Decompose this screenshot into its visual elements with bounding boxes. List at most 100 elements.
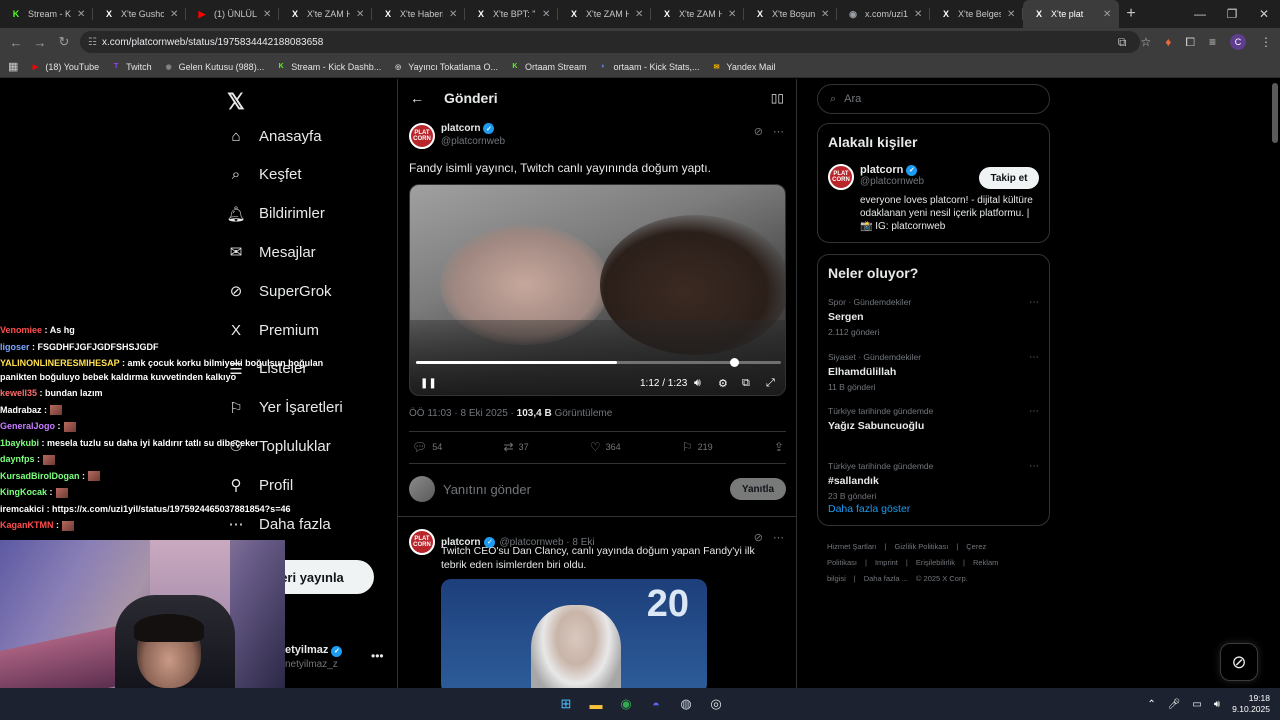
nav-item-bell[interactable]: 🔔︎ Bildirimler xyxy=(226,205,324,223)
chat-username[interactable]: GeneralJogo xyxy=(0,421,55,431)
footer-link[interactable]: © 2025 X Corp. xyxy=(916,574,968,583)
tweet-author[interactable]: PLAT CORN platcorn ✓ @platcornweb xyxy=(409,123,505,149)
chat-username[interactable]: YALINONLINERESMIHESAP xyxy=(0,358,120,368)
bookmark-item[interactable]: ▶ (18) YouTube xyxy=(30,62,99,72)
bookmark-star-icon[interactable]: ☆ xyxy=(1140,35,1151,49)
browser-tab[interactable]: ▶ (1) ÜNLÜLER ✕ xyxy=(186,0,279,28)
nav-item-more[interactable]: ⋯ Daha fazla xyxy=(227,515,331,534)
bookmark-item[interactable]: K Stream - Kick Dashb... xyxy=(276,62,382,72)
maximize-icon[interactable]: ❐ xyxy=(1216,0,1248,28)
display-icon[interactable]: ▭ xyxy=(1192,699,1201,710)
x-logo-icon[interactable]: 𝕏 xyxy=(227,89,245,115)
minimize-icon[interactable]: — xyxy=(1184,0,1216,28)
chat-username[interactable]: Madrabaz xyxy=(0,405,42,415)
chat-username[interactable]: ligoser xyxy=(0,342,30,352)
grok-icon[interactable]: ⊘ xyxy=(754,125,763,138)
trend-item[interactable]: Türkiye tarihinde gündemde Yağız Sabuncuo… xyxy=(828,406,1041,432)
trend-item[interactable]: Türkiye tarihinde gündemde #sallandık 23 B… xyxy=(828,461,1041,501)
forward-arrow-icon[interactable]: → xyxy=(28,35,52,50)
close-tab-icon[interactable]: ✕ xyxy=(170,9,180,20)
browser-tab[interactable]: X X'te ZAM Ha ✕ xyxy=(651,0,744,28)
more-icon[interactable]: ⋯ xyxy=(1029,461,1039,472)
avatar[interactable]: PLAT CORN xyxy=(409,123,435,149)
chat-username[interactable]: 1baykubi xyxy=(0,438,39,448)
reader-mode-icon[interactable]: ▯▯ xyxy=(771,91,784,105)
grok-icon[interactable]: ⊘ xyxy=(754,531,763,544)
steam-icon[interactable]: ◍ xyxy=(676,694,696,714)
show-more-link[interactable]: Daha fazla göster xyxy=(828,503,910,515)
close-tab-icon[interactable]: ✕ xyxy=(356,9,366,20)
bookmark-button[interactable]: ⚐ 219 xyxy=(682,440,713,454)
footer-link[interactable]: Gizlilik Politikası xyxy=(895,542,949,551)
author-name[interactable]: platcorn ✓ xyxy=(441,123,505,134)
related-person[interactable]: PLAT CORN platcorn ✓ @platcornweb xyxy=(828,164,924,190)
more-icon[interactable]: ⋯ xyxy=(1029,352,1039,363)
back-arrow-icon[interactable]: ← xyxy=(410,90,424,106)
trend-item[interactable]: Siyaset · Gündemdekiler Elhamdülillah 11 B… xyxy=(828,352,1041,392)
nav-item-profile[interactable]: ⚲ Profil xyxy=(227,476,294,495)
windows-start-icon[interactable]: ⊞ xyxy=(556,694,576,714)
chat-username[interactable]: KursadBirolDogan xyxy=(0,471,80,481)
install-app-icon[interactable]: ⧉ xyxy=(1118,35,1127,50)
related-handle[interactable]: @platcornweb xyxy=(860,176,924,187)
reload-icon[interactable]: ↻ xyxy=(52,34,76,50)
close-tab-icon[interactable]: ✕ xyxy=(1103,9,1113,20)
reply-submit-button[interactable]: Yanıtla xyxy=(730,478,786,500)
extension-icon[interactable]: ♦ xyxy=(1165,35,1171,49)
obs-icon[interactable]: ◎ xyxy=(706,694,726,714)
file-explorer-icon[interactable]: ▬ xyxy=(586,694,606,714)
browser-tab[interactable]: X X'te Belgese ✕ xyxy=(930,0,1023,28)
avatar[interactable]: PLAT CORN xyxy=(828,164,854,190)
close-tab-icon[interactable]: ✕ xyxy=(542,9,552,20)
nav-item-home[interactable]: ⌂ Anasayfa xyxy=(227,127,321,145)
page-scrollbar[interactable] xyxy=(1272,83,1278,143)
browser-tab[interactable]: X X'te BPT: "Bi ✕ xyxy=(465,0,558,28)
browser-tab[interactable]: X X'te ZAM Ha ✕ xyxy=(279,0,372,28)
more-icon[interactable]: ⋯ xyxy=(773,125,784,138)
more-icon[interactable]: ⋯ xyxy=(773,531,784,544)
follow-button[interactable]: Takip et xyxy=(979,167,1039,189)
video-scrubber-handle[interactable] xyxy=(729,358,739,367)
address-bar[interactable]: ☷ x.com/platcornweb/status/1975834442188… xyxy=(80,31,1140,53)
browser-tab[interactable]: X X'te ZAM Ha ✕ xyxy=(558,0,651,28)
nav-item-bookmark[interactable]: ⚐ Yer İşaretleri xyxy=(227,399,342,417)
video-player[interactable]: ❚❚ 1:12 / 1:23 🔊︎ ⚙ ⧉ ⤢ xyxy=(409,184,786,396)
speaker-icon[interactable]: 🔊︎ xyxy=(1214,699,1220,710)
apps-grid-icon[interactable]: ▦ xyxy=(8,60,18,73)
bookmark-item[interactable]: ◐ ortaam - Kick Stats,... xyxy=(598,62,699,72)
share-button[interactable]: ⇪ xyxy=(774,440,784,454)
close-tab-icon[interactable]: ✕ xyxy=(914,9,924,20)
reply-tweet-media[interactable]: 20 xyxy=(441,579,707,688)
reply-button[interactable]: 💬︎ 54 xyxy=(412,440,442,454)
close-tab-icon[interactable]: ✕ xyxy=(449,9,459,20)
nav-item-x[interactable]: X Premium xyxy=(227,321,319,339)
reply-input[interactable]: Yanıtını gönder xyxy=(443,482,722,497)
account-more-icon[interactable]: ••• xyxy=(371,649,384,663)
avatar[interactable]: PLAT CORN xyxy=(409,529,435,555)
bookmark-item[interactable]: K Ortaam Stream xyxy=(510,62,586,72)
site-info-icon[interactable]: ☷ xyxy=(88,37,102,48)
browser-tab[interactable]: X X'te plat ✕ xyxy=(1023,0,1119,28)
fullscreen-icon[interactable]: ⤢ xyxy=(766,377,775,390)
back-arrow-icon[interactable]: ← xyxy=(4,35,28,50)
settings-gear-icon[interactable]: ⚙ xyxy=(718,377,728,390)
browser-tab[interactable]: K Stream - Kick ✕ xyxy=(0,0,93,28)
related-name[interactable]: platcorn ✓ xyxy=(860,164,924,176)
footer-link[interactable]: Imprint xyxy=(875,558,898,567)
clock[interactable]: 19:18 9.10.2025 xyxy=(1232,693,1270,715)
nav-item-search[interactable]: ⌕ Keşfet xyxy=(227,166,302,184)
bookmark-item[interactable]: ✉ Yandex Mail xyxy=(712,62,776,72)
browser-menu-icon[interactable]: ⋮ xyxy=(1260,35,1272,49)
nav-item-grok[interactable]: ⊘ SuperGrok xyxy=(227,282,332,301)
author-handle[interactable]: @platcornweb xyxy=(441,136,505,147)
new-tab-icon[interactable]: + xyxy=(1119,5,1143,23)
chat-username[interactable]: daynfps xyxy=(0,454,35,464)
chat-username[interactable]: Venomiee xyxy=(0,325,42,335)
close-tab-icon[interactable]: ✕ xyxy=(635,9,645,20)
browser-tab[interactable]: ◉ x.com/uzi1y ✕ xyxy=(837,0,930,28)
footer-link[interactable]: Hizmet Şartları xyxy=(827,542,877,551)
media-controls-icon[interactable]: ≡ xyxy=(1209,35,1216,49)
more-icon[interactable]: ⋯ xyxy=(1029,406,1039,417)
close-tab-icon[interactable]: ✕ xyxy=(821,9,831,20)
tray-overflow-icon[interactable]: ⌃ xyxy=(1147,699,1155,710)
